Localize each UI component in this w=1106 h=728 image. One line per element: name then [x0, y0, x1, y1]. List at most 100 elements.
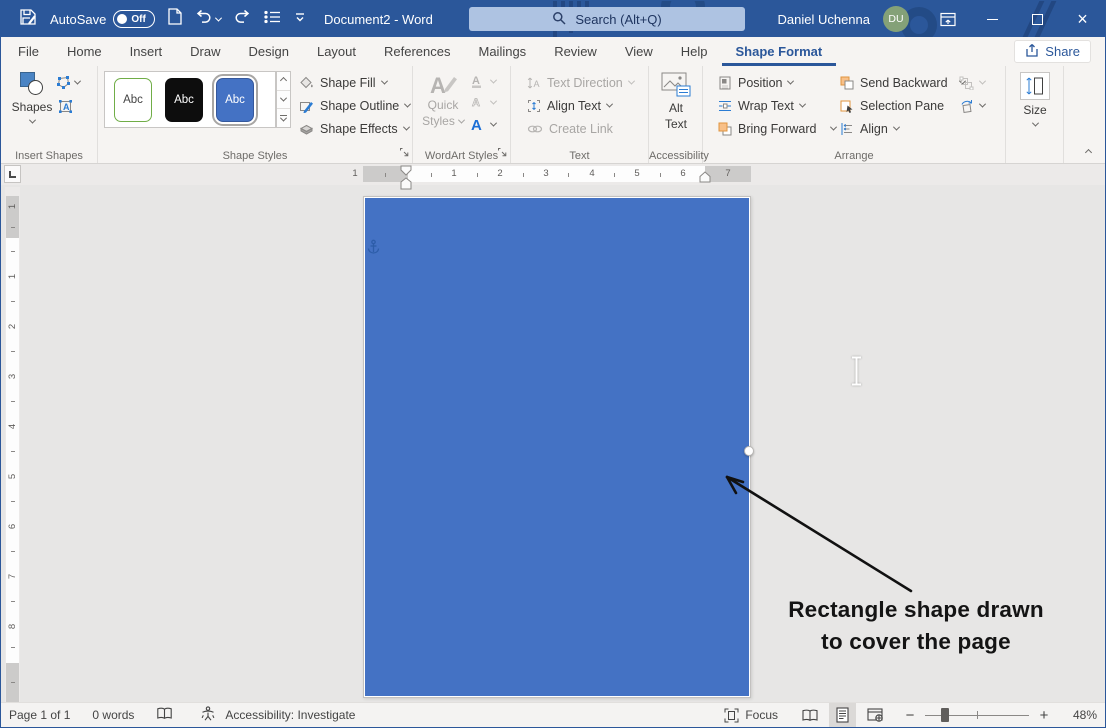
text-box-button[interactable]: A	[58, 99, 73, 117]
shape-fill-button[interactable]: Shape Fill	[299, 71, 410, 94]
text-box-icon: A	[58, 99, 73, 114]
new-file-icon[interactable]	[168, 8, 182, 30]
send-backward-button[interactable]: Send Backward	[840, 71, 965, 94]
accessibility-icon[interactable]	[201, 706, 215, 724]
group-objects-button[interactable]	[959, 71, 985, 94]
text-effects-button[interactable]: A	[469, 115, 496, 133]
size-button[interactable]: Size	[1013, 72, 1057, 127]
resize-handle[interactable]	[744, 446, 754, 456]
text-outline-button[interactable]: A	[469, 94, 496, 110]
align-text-button[interactable]: Align Text	[527, 94, 634, 117]
autosave-control[interactable]: AutoSave Off	[50, 10, 155, 28]
print-layout-button[interactable]	[829, 703, 856, 727]
gallery-scroll-buttons	[276, 71, 291, 128]
horizontal-ruler[interactable]: 1 1 2 3 4 5 6 7	[1, 164, 1105, 185]
group-arrange: Position Wrap Text Bring Forward	[703, 66, 1006, 163]
tab-mailings[interactable]: Mailings	[465, 37, 541, 66]
tab-design[interactable]: Design	[235, 37, 303, 66]
tab-draw[interactable]: Draw	[176, 37, 234, 66]
qat-overflow-icon[interactable]	[294, 10, 306, 28]
right-indent-marker[interactable]	[699, 171, 712, 184]
bullet-list-icon[interactable]	[264, 10, 281, 29]
share-button[interactable]: Share	[1014, 40, 1091, 63]
gallery-more-icon[interactable]	[277, 108, 290, 127]
tab-review[interactable]: Review	[540, 37, 611, 66]
ruler-number: 1	[449, 168, 459, 179]
bring-forward-label: Bring Forward	[738, 122, 817, 136]
tab-view[interactable]: View	[611, 37, 667, 66]
zoom-slider-handle[interactable]	[941, 708, 949, 722]
ruler-tick	[614, 173, 615, 177]
svg-text:A: A	[472, 97, 480, 109]
create-link-button[interactable]: Create Link	[527, 117, 634, 140]
web-layout-button[interactable]	[862, 703, 889, 727]
shape-fill-label: Shape Fill	[320, 76, 376, 90]
ruler-number: 4	[587, 168, 597, 179]
gallery-down-icon[interactable]	[277, 90, 290, 109]
quick-styles-button[interactable]: A Quick Styles	[420, 72, 466, 129]
close-button[interactable]: ×	[1060, 1, 1105, 37]
undo-chevron-icon[interactable]	[215, 14, 222, 21]
shape-style-option-selected[interactable]: Abc	[216, 78, 254, 122]
word-count[interactable]: 0 words	[92, 708, 134, 722]
text-direction-button[interactable]: A Text Direction	[527, 71, 634, 94]
shape-style-gallery: Abc Abc Abc	[104, 71, 276, 128]
shape-style-option[interactable]: Abc	[165, 78, 203, 122]
vertical-ruler[interactable]: 1 1 2 3 4 5 6 7 8	[5, 187, 20, 702]
indent-markers[interactable]	[400, 165, 413, 191]
quick-styles-chevron-icon	[458, 116, 465, 123]
collapse-ribbon-chevron-icon[interactable]	[1085, 149, 1092, 156]
autosave-toggle[interactable]: Off	[113, 10, 155, 28]
group-label: Text	[511, 150, 648, 162]
tab-file[interactable]: File	[4, 37, 53, 66]
wrap-text-icon	[718, 99, 732, 113]
proofing-icon[interactable]	[156, 707, 173, 724]
wrap-text-button[interactable]: Wrap Text	[718, 94, 836, 117]
redo-icon[interactable]	[234, 9, 251, 29]
shape-effects-button[interactable]: Shape Effects	[299, 117, 410, 140]
zoom-out-button[interactable]: −	[903, 707, 917, 724]
text-direction-icon: A	[527, 76, 541, 90]
shape-outline-button[interactable]: Shape Outline	[299, 94, 410, 117]
page[interactable]	[363, 196, 751, 698]
align-button[interactable]: Align	[840, 117, 965, 140]
text-cursor	[850, 356, 863, 386]
page-count[interactable]: Page 1 of 1	[9, 708, 70, 722]
bring-forward-button[interactable]: Bring Forward	[718, 117, 836, 140]
maximize-button[interactable]	[1015, 1, 1060, 37]
accessibility-status[interactable]: Accessibility: Investigate	[225, 708, 355, 722]
tab-shape-format[interactable]: Shape Format	[722, 37, 837, 66]
edit-shape-icon	[56, 75, 71, 90]
tab-selector[interactable]	[4, 165, 21, 183]
zoom-slider[interactable]	[925, 703, 1029, 727]
rotate-button[interactable]	[959, 94, 985, 117]
tab-insert[interactable]: Insert	[116, 37, 177, 66]
save-icon[interactable]	[19, 8, 37, 31]
edit-shape-button[interactable]	[56, 75, 80, 90]
gallery-up-icon[interactable]	[277, 72, 290, 90]
bring-forward-chevron-icon	[829, 124, 836, 131]
avatar[interactable]: DU	[883, 6, 909, 32]
undo-icon[interactable]	[195, 9, 212, 29]
tab-help[interactable]: Help	[667, 37, 722, 66]
user-name[interactable]: Daniel Uchenna	[777, 12, 870, 27]
rectangle-shape[interactable]	[365, 198, 749, 696]
minimize-button[interactable]	[970, 1, 1015, 37]
ribbon-display-options-icon[interactable]	[925, 1, 970, 37]
focus-button[interactable]: Focus	[724, 708, 778, 723]
tab-layout[interactable]: Layout	[303, 37, 370, 66]
zoom-percentage[interactable]: 48%	[1063, 708, 1097, 722]
tab-home[interactable]: Home	[53, 37, 116, 66]
shape-style-option[interactable]: Abc	[114, 78, 152, 122]
search-input[interactable]: Search (Alt+Q)	[469, 7, 745, 31]
zoom-in-button[interactable]: +	[1037, 707, 1051, 724]
document-title: Document2 - Word	[324, 1, 433, 37]
position-button[interactable]: Position	[718, 71, 836, 94]
selection-pane-button[interactable]: Selection Pane	[840, 94, 965, 117]
tab-references[interactable]: References	[370, 37, 464, 66]
text-fill-button[interactable]: A	[469, 73, 496, 89]
alt-text-button[interactable]: Alt Text	[655, 72, 697, 132]
read-mode-button[interactable]	[796, 703, 823, 727]
shapes-button[interactable]: Shapes	[9, 72, 55, 124]
anchor-icon	[367, 239, 380, 255]
